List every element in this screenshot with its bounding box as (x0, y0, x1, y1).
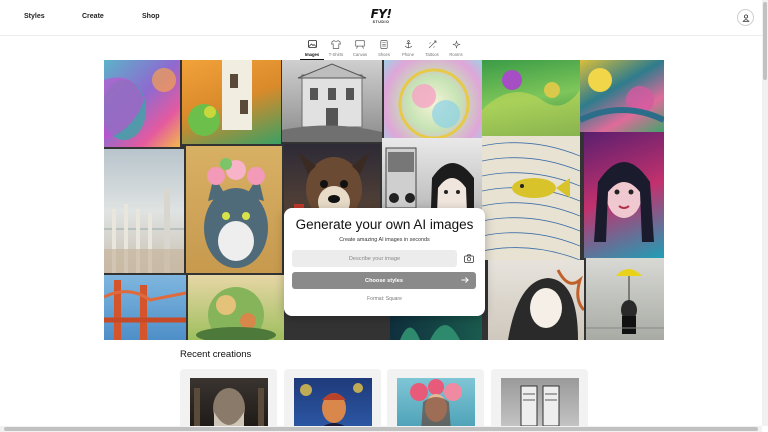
choose-styles-button[interactable]: Choose styles (292, 272, 476, 289)
recent-creations-title: Recent creations (180, 349, 252, 360)
nav-create[interactable]: Create (82, 13, 104, 20)
collage-image (282, 60, 382, 142)
tab-tshirts[interactable]: T-Shirts (324, 38, 348, 60)
collage-image (188, 275, 284, 340)
creation-thumbnail (190, 378, 268, 432)
upload-image-button[interactable] (460, 250, 477, 267)
collage-image (482, 136, 580, 260)
camera-icon (463, 254, 474, 263)
creation-thumbnail (397, 378, 475, 432)
vertical-scrollbar[interactable] (762, 0, 768, 426)
tab-label: Rooms (449, 52, 463, 57)
generate-card: Generate your own AI images Create amazi… (284, 208, 485, 316)
tab-label: Tattoos (425, 52, 439, 57)
arrow-right-icon (461, 277, 469, 283)
collage-image (580, 60, 664, 132)
collage-image (586, 258, 664, 340)
recent-creation-card[interactable] (387, 369, 484, 432)
phone-icon (403, 39, 413, 49)
choose-styles-label: Choose styles (365, 277, 403, 284)
tab-label: Canvas (352, 52, 368, 57)
top-header: Styles Create Shop FY! STUDIO (0, 0, 762, 36)
hero-subtitle: Create amazing AI images in seconds (339, 237, 430, 243)
tab-label: Images (304, 52, 320, 57)
tab-phone[interactable]: Phone (396, 38, 420, 60)
collage-image (104, 149, 184, 273)
hero-title: Generate your own AI images (295, 217, 474, 232)
tab-label: Phone (401, 52, 415, 57)
collage-image (482, 60, 580, 136)
scrollbar-thumb[interactable] (763, 2, 767, 80)
collage-image (104, 60, 180, 147)
tab-images[interactable]: Images (300, 38, 324, 60)
collage-image (186, 146, 282, 273)
recent-creation-card[interactable] (180, 369, 277, 432)
user-icon (741, 13, 750, 22)
recent-creation-card[interactable] (491, 369, 588, 432)
tab-shoes[interactable]: Shoes (372, 38, 396, 60)
account-button[interactable] (737, 9, 754, 26)
scrollbar-thumb[interactable] (4, 427, 758, 431)
format-selector[interactable]: Format: Square (284, 296, 485, 302)
logo[interactable]: FY! STUDIO (366, 8, 396, 28)
tab-label: Shoes (378, 52, 390, 57)
creation-thumbnail (294, 378, 372, 432)
collage-image (182, 60, 281, 144)
tab-canvas[interactable]: Canvas (348, 38, 372, 60)
horizontal-scrollbar[interactable] (0, 426, 762, 432)
collage-image (384, 60, 483, 147)
shoe-icon (379, 39, 389, 49)
tab-rooms[interactable]: Rooms (444, 38, 468, 60)
anchor-icon (427, 39, 437, 49)
page: Styles Create Shop FY! STUDIO Images T-S… (0, 0, 768, 432)
tab-tattoos[interactable]: Tattoos (420, 38, 444, 60)
collage-image (584, 132, 664, 258)
creation-thumbnail (501, 378, 579, 432)
nav-shop[interactable]: Shop (142, 13, 160, 20)
tshirt-icon (331, 39, 341, 49)
logo-mark: FY! (370, 7, 392, 21)
recent-creation-card[interactable] (284, 369, 381, 432)
category-tabs: Images T-Shirts Canvas Shoes Phone Tatto… (300, 38, 468, 60)
tab-label: T-Shirts (328, 52, 344, 57)
nav-styles[interactable]: Styles (24, 13, 45, 20)
prompt-input[interactable]: Describe your image (292, 250, 457, 267)
image-icon (307, 39, 317, 49)
canvas-icon (355, 39, 365, 49)
collage-image (488, 260, 584, 340)
sparkle-icon (451, 39, 461, 49)
collage-image (104, 275, 186, 340)
